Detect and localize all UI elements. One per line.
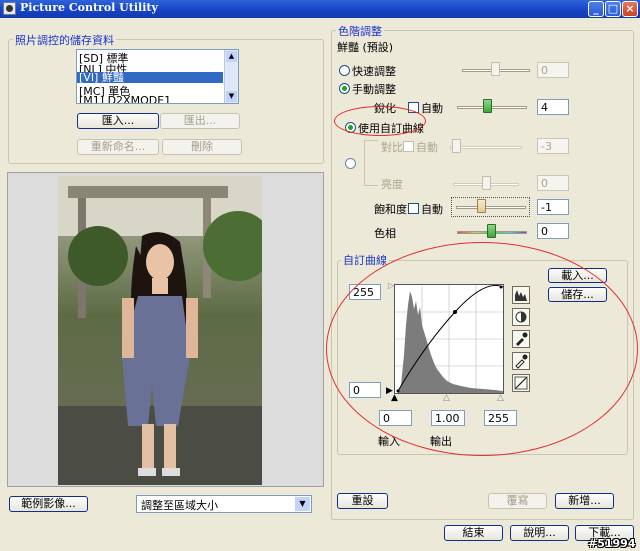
chevron-down-icon[interactable]: ▼	[295, 497, 310, 511]
close-icon[interactable]: ×	[622, 1, 638, 17]
contrast-brightness-bracket	[364, 140, 378, 186]
rename-button[interactable]: 重新命名...	[77, 139, 159, 155]
brightness-thumb[interactable]	[482, 176, 491, 190]
saturation-slider[interactable]	[456, 206, 526, 209]
list-item[interactable]: [M1] D2XMODE1	[79, 94, 171, 103]
export-button[interactable]: 匯出...	[160, 113, 240, 129]
import-button[interactable]: 匯入...	[77, 113, 159, 129]
window-title: Picture Control Utility	[20, 1, 158, 14]
list-item-selected[interactable]: [VI] 鮮豔	[77, 72, 223, 83]
sample-image-button[interactable]: 範例影像...	[9, 496, 88, 512]
maximize-icon[interactable]: □	[605, 1, 621, 17]
annotation-oval	[334, 106, 426, 136]
saturation-label: 飽和度	[374, 203, 407, 216]
preview-image	[58, 176, 262, 485]
scroll-up-icon[interactable]: ▲	[226, 51, 237, 62]
delete-button[interactable]: 刪除	[162, 139, 242, 155]
annotation-oval-curve	[326, 242, 638, 456]
contrast-field[interactable]: -3	[537, 138, 569, 154]
contrast-label: 對比	[381, 141, 403, 154]
picture-control-list[interactable]: [SD] 標準 [NL] 中性 [VI] 鮮豔 [MC] 單色 [M1] D2X…	[76, 49, 239, 104]
fit-to-area-select[interactable]: 調整至區域大小 ▼	[136, 495, 312, 513]
hue-label: 色相	[374, 227, 396, 240]
app-icon	[3, 2, 16, 15]
saturation-field[interactable]: -1	[537, 199, 569, 215]
watermark: #51994	[588, 537, 636, 550]
list-scrollbar[interactable]: ▲ ▼	[224, 50, 238, 103]
minimize-icon[interactable]: _	[588, 1, 604, 17]
brightness-label: 亮度	[381, 178, 403, 191]
sharpen-auto-label: 自動	[421, 102, 443, 115]
quick-adjust-field[interactable]: 0	[537, 62, 569, 78]
reset-button[interactable]: 重設	[337, 493, 388, 509]
fit-to-area-value: 調整至區域大小	[141, 499, 218, 512]
hue-thumb[interactable]	[487, 224, 496, 238]
scroll-down-icon[interactable]: ▼	[226, 91, 237, 102]
tone-group-label: 色階調整	[336, 23, 384, 39]
quick-adjust-label: 快速調整	[352, 65, 396, 78]
base-control-label: 鮮豔 (預設)	[337, 41, 394, 54]
help-button[interactable]: 說明...	[510, 525, 569, 541]
overwrite-button[interactable]: 覆寫	[488, 493, 547, 509]
manual-adjust-label: 手動調整	[352, 83, 396, 96]
sharpen-slider[interactable]	[457, 106, 527, 109]
new-button[interactable]: 新增...	[555, 493, 614, 509]
quick-adjust-thumb[interactable]	[491, 62, 500, 76]
contrast-auto-checkbox[interactable]	[403, 141, 414, 152]
sharpen-field[interactable]: 4	[537, 99, 569, 115]
storage-group-label: 照片調控的儲存資料	[13, 32, 116, 48]
sharpen-thumb[interactable]	[483, 99, 492, 113]
manual-adjust-radio[interactable]	[339, 83, 350, 94]
saturation-auto-label: 自動	[421, 203, 443, 216]
brightness-field[interactable]: 0	[537, 175, 569, 191]
contrast-thumb[interactable]	[452, 139, 461, 153]
close-button[interactable]: 結束	[444, 525, 503, 541]
contrast-auto-label: 自動	[416, 141, 438, 154]
hue-field[interactable]: 0	[537, 223, 569, 239]
contrast-brightness-radio[interactable]	[345, 158, 356, 169]
saturation-auto-checkbox[interactable]	[408, 203, 419, 214]
saturation-thumb[interactable]	[477, 199, 486, 213]
quick-adjust-radio[interactable]	[339, 65, 350, 76]
